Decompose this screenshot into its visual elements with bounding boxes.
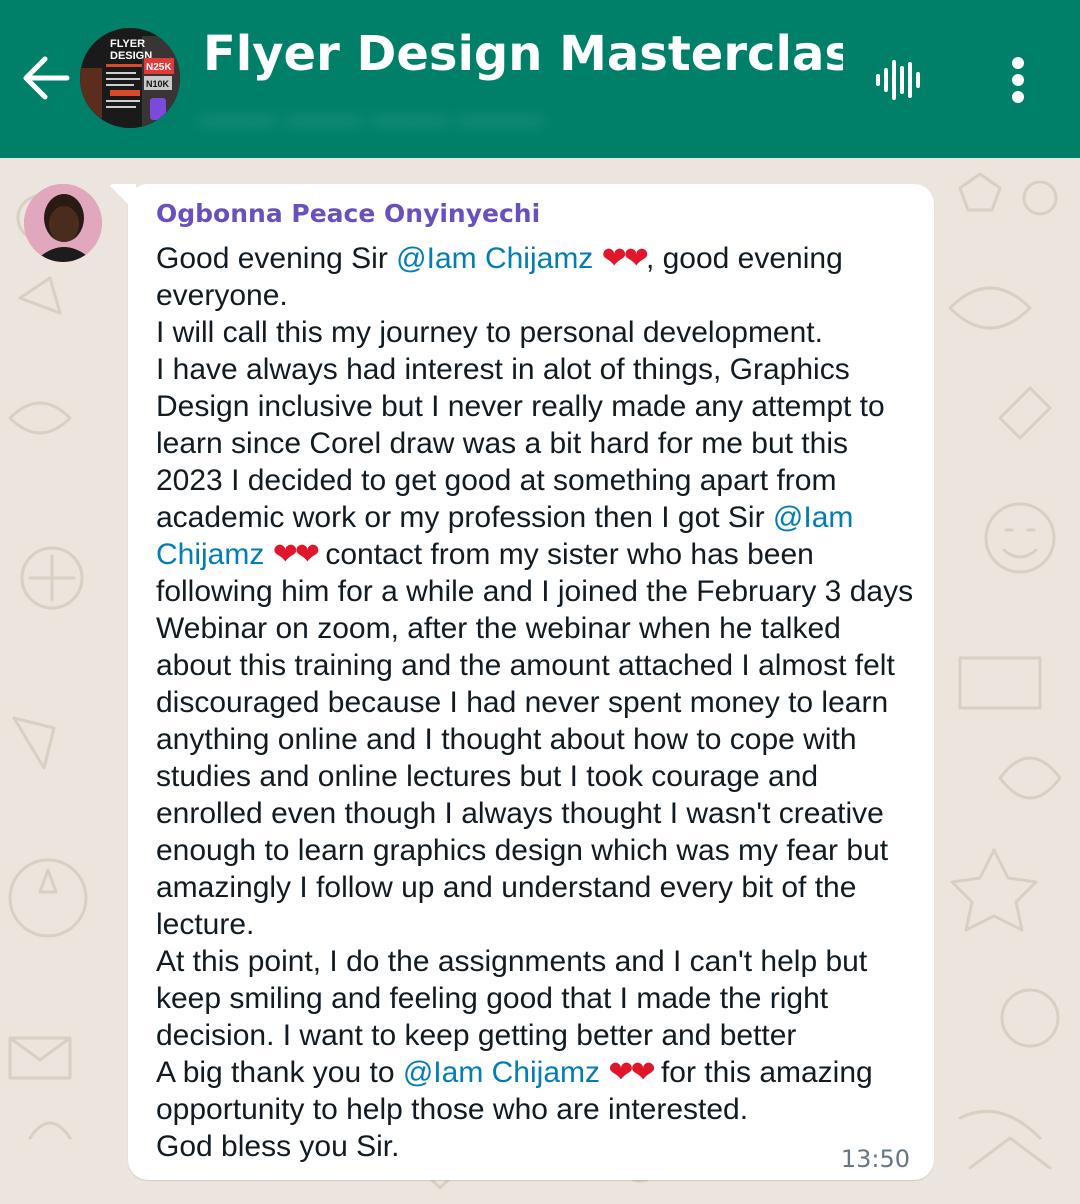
more-vertical-icon <box>1012 57 1024 103</box>
message-text-segment: Good evening Sir <box>156 242 397 275</box>
mention-link[interactable]: @Iam Chijamz <box>403 1056 600 1089</box>
message-paragraph: I will call this my journey to personal … <box>156 316 823 349</box>
message-paragraph: I have always had interest in alot of th… <box>156 351 916 943</box>
heart-emoji: ❤❤ <box>601 242 649 275</box>
message-paragraph: God bless you Sir. <box>156 1130 400 1163</box>
back-button[interactable] <box>18 48 74 108</box>
mention-link[interactable]: @Iam <box>773 501 853 534</box>
mention-link[interactable]: Chijamz <box>156 538 264 571</box>
group-avatar-image: FLYER DESIGN N25K N10K <box>80 28 180 128</box>
chat-subtitle-blurred[interactable]: ........ ........ ........ ......... <box>200 92 820 136</box>
message-paragraph: A big thank you to @Iam Chijamz ❤❤ for t… <box>156 1054 916 1128</box>
message-paragraph: At this point, I do the assignments and … <box>156 945 868 1052</box>
message-bubble[interactable]: Ogbonna Peace Onyinyechi Good evening Si… <box>128 184 934 1180</box>
message-paragraph: Good evening Sir @Iam Chijamz ❤❤, good e… <box>156 240 916 314</box>
avatar-badge-2: N10K <box>146 79 170 89</box>
heart-emoji: ❤❤ <box>608 1056 655 1089</box>
heart-emoji: ❤❤ <box>272 538 320 571</box>
chat-title[interactable]: Flyer Design Masterclass (... <box>203 26 843 82</box>
message-text: Good evening Sir @Iam Chijamz ❤❤, good e… <box>156 240 916 1165</box>
voice-call-button[interactable] <box>866 50 932 110</box>
message-text-segment: A big thank you to <box>156 1056 403 1089</box>
mention-link[interactable]: @Iam Chijamz <box>396 242 593 275</box>
group-avatar[interactable]: FLYER DESIGN N25K N10K <box>80 28 180 128</box>
sender-avatar-image <box>24 184 102 262</box>
arrow-left-icon <box>23 56 70 100</box>
chat-header: FLYER DESIGN N25K N10K Flyer Design Mast… <box>0 0 1080 158</box>
avatar-badge-1: N25K <box>146 62 172 73</box>
voice-call-waveform-icon <box>876 60 920 100</box>
message-text-segment: contact from my sister who has been foll… <box>156 538 914 941</box>
sender-avatar[interactable] <box>24 184 102 262</box>
avatar-text-line1: FLYER <box>110 38 145 50</box>
message-sender-name[interactable]: Ogbonna Peace Onyinyechi <box>156 198 540 230</box>
more-options-button[interactable] <box>992 50 1044 110</box>
message-timestamp: 13:50 <box>840 1145 910 1173</box>
